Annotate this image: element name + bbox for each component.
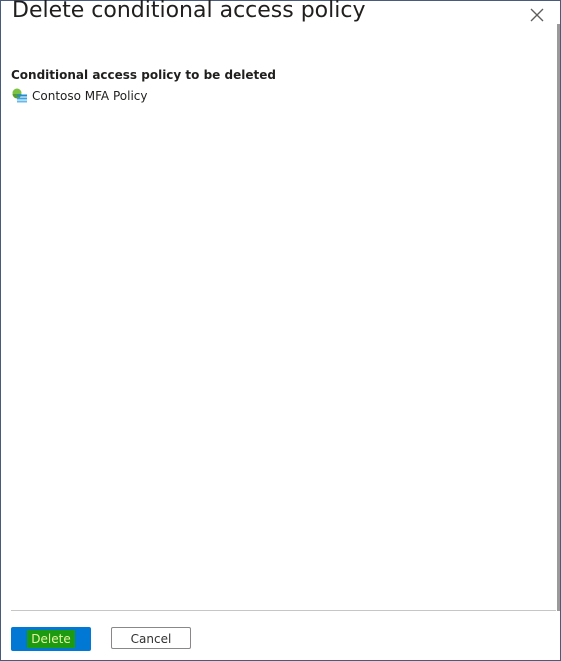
delete-policy-dialog: Delete conditional access policy Conditi…	[0, 0, 561, 661]
close-button[interactable]	[528, 6, 546, 24]
policy-item: Contoso MFA Policy	[11, 86, 147, 106]
dialog-title: Delete conditional access policy	[12, 0, 366, 23]
delete-button[interactable]: Delete	[11, 627, 91, 651]
section-label: Conditional access policy to be deleted	[11, 68, 276, 82]
vertical-scrollbar[interactable]	[557, 24, 560, 611]
conditional-access-policy-icon	[11, 88, 28, 104]
close-icon	[528, 6, 546, 24]
delete-button-label: Delete	[31, 632, 71, 646]
cancel-button[interactable]: Cancel	[111, 627, 191, 649]
policy-name: Contoso MFA Policy	[32, 89, 148, 103]
footer-divider	[11, 610, 556, 611]
